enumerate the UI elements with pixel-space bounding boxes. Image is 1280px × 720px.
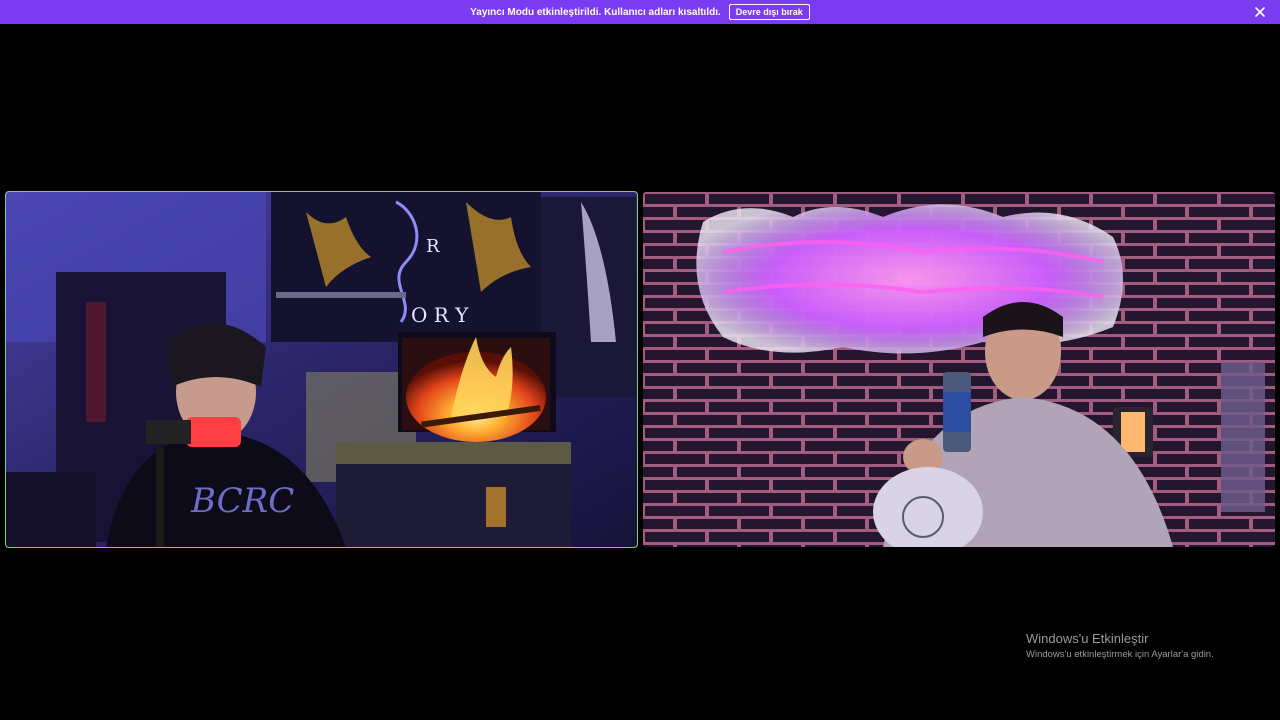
video-tile-left[interactable]: R O R Y BCRC: [5, 191, 638, 548]
svg-text:BCRC: BCRC: [190, 481, 294, 521]
streamer-mode-banner: Yayıncı Modu etkinleştirildi. Kullanıcı …: [0, 0, 1280, 24]
svg-text:O R Y: O R Y: [411, 303, 469, 327]
video-tile-right[interactable]: [643, 192, 1275, 547]
disable-streamer-mode-button[interactable]: Devre dışı bırak: [728, 4, 810, 20]
activation-title: Windows'u Etkinleştir: [1026, 631, 1149, 646]
streamer-mode-message: Yayıncı Modu etkinleştirildi. Kullanıcı …: [470, 6, 721, 18]
close-icon[interactable]: [1252, 4, 1268, 20]
video-feed-left: R O R Y BCRC: [6, 192, 637, 547]
activation-subtitle: Windows'u etkinleştirmek için Ayarlar'a …: [1026, 649, 1214, 660]
svg-text:R: R: [426, 236, 440, 257]
windows-activation-watermark: Windows'u Etkinleştir Windows'u etkinleş…: [1026, 630, 1214, 662]
video-feed-right: [643, 192, 1275, 547]
